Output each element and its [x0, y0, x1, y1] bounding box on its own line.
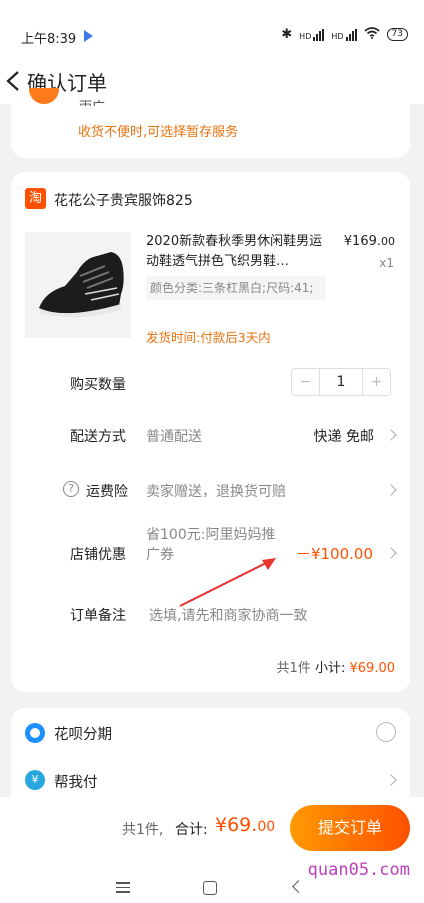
huabei-icon: [25, 723, 45, 743]
total-count: 共1件,: [122, 822, 164, 838]
shop-name[interactable]: 花花公子贵宾服饰825: [54, 190, 193, 210]
product-sku: 颜色分类:三条杠黑白;尺码:41;: [146, 276, 326, 300]
home-icon[interactable]: [203, 881, 217, 895]
taobao-shop-icon: 淘: [25, 188, 46, 209]
delivery-type[interactable]: 快递 免邮: [314, 426, 374, 446]
insurance-label: 运费险: [86, 484, 128, 500]
address-card[interactable]: 両广 收货不便时,可选择暂存服务: [11, 88, 410, 158]
delivery-label: 配送方式: [70, 429, 126, 445]
product-image[interactable]: [25, 232, 131, 338]
chevron-right-icon[interactable]: [385, 774, 397, 786]
bluetooth-icon: ✱: [281, 27, 293, 42]
huabei-radio[interactable]: [376, 722, 396, 742]
chevron-right-icon[interactable]: [385, 547, 397, 559]
coupon-amount[interactable]: －¥100.00: [296, 543, 373, 564]
chevron-right-icon[interactable]: [385, 484, 397, 496]
wifi-icon: [364, 27, 380, 42]
delivery-value: 普通配送: [146, 429, 202, 445]
system-nav-bar: quan05.com: [0, 860, 424, 903]
signal-1-icon: HD: [299, 28, 325, 41]
system-back-icon[interactable]: [292, 880, 305, 893]
note-label: 订单备注: [70, 608, 126, 624]
address-text: 両广: [79, 96, 105, 106]
subtotal: 共1件 小计: ¥69.00: [277, 657, 395, 676]
quantity-label: 购买数量: [70, 377, 126, 393]
play-icon: [84, 30, 93, 42]
status-icons: ✱ HD HD 73: [281, 27, 408, 42]
quantity-stepper: − 1 +: [291, 368, 391, 396]
minus-button[interactable]: −: [292, 369, 319, 395]
total-label: 合计:: [175, 822, 208, 838]
total-amount-dec: 00: [257, 819, 276, 835]
payment-card: 花呗分期 ¥ 帮我付: [11, 708, 410, 798]
product-price: ¥169.00: [344, 234, 395, 249]
bangwofu-icon: ¥: [25, 770, 45, 790]
insurance-value: 卖家赠送，退换货可赔: [146, 484, 286, 500]
address-tip[interactable]: 收货不便时,可选择暂存服务: [78, 121, 238, 140]
subtotal-label: 小计:: [314, 661, 346, 676]
quantity-input[interactable]: 1: [319, 369, 363, 395]
status-time: 上午8:39: [21, 32, 77, 47]
signal-2-icon: HD: [331, 28, 357, 41]
subtotal-amount: ¥69.00: [349, 661, 396, 676]
product-qty: x1: [379, 256, 394, 270]
submit-order-button[interactable]: 提交订单: [290, 805, 410, 851]
annotation-arrow-icon: [179, 558, 276, 607]
product-ship-time: 发货时间:付款后3天内: [146, 330, 271, 345]
product-price-dec: 00: [381, 235, 395, 248]
watermark: quan05.com: [307, 860, 410, 880]
location-icon: [29, 88, 59, 104]
bottom-bar: 共1件, 合计: ¥69.00 提交订单: [0, 797, 424, 860]
bangwofu-label[interactable]: 帮我付: [54, 771, 98, 792]
signal-2-label: HD: [331, 31, 344, 41]
status-bar: 上午8:39 ✱ HD HD 73: [0, 0, 424, 60]
help-icon[interactable]: ?: [63, 481, 79, 497]
battery-indicator: 73: [386, 28, 408, 41]
chevron-right-icon[interactable]: [385, 429, 397, 441]
coupon-label: 店铺优惠: [70, 547, 126, 563]
subtotal-count: 共1件: [276, 661, 311, 676]
back-icon[interactable]: [4, 69, 24, 93]
order-card: 淘 花花公子贵宾服饰825 2020新款春秋季男休闲鞋男运动鞋透气拼色飞织男鞋……: [11, 172, 410, 692]
note-input[interactable]: 选填,请先和商家协商一致: [149, 605, 307, 625]
total-amount: ¥69.00: [215, 814, 275, 836]
plus-button[interactable]: +: [363, 369, 390, 395]
product-price-int: ¥169.: [343, 234, 381, 249]
huabei-label[interactable]: 花呗分期: [54, 723, 112, 744]
product-title[interactable]: 2020新款春秋季男休闲鞋男运动鞋透气拼色飞织男鞋…: [146, 232, 331, 272]
total-amount-int: ¥69.: [215, 814, 258, 836]
signal-1-label: HD: [299, 31, 312, 41]
menu-icon[interactable]: [116, 882, 130, 896]
